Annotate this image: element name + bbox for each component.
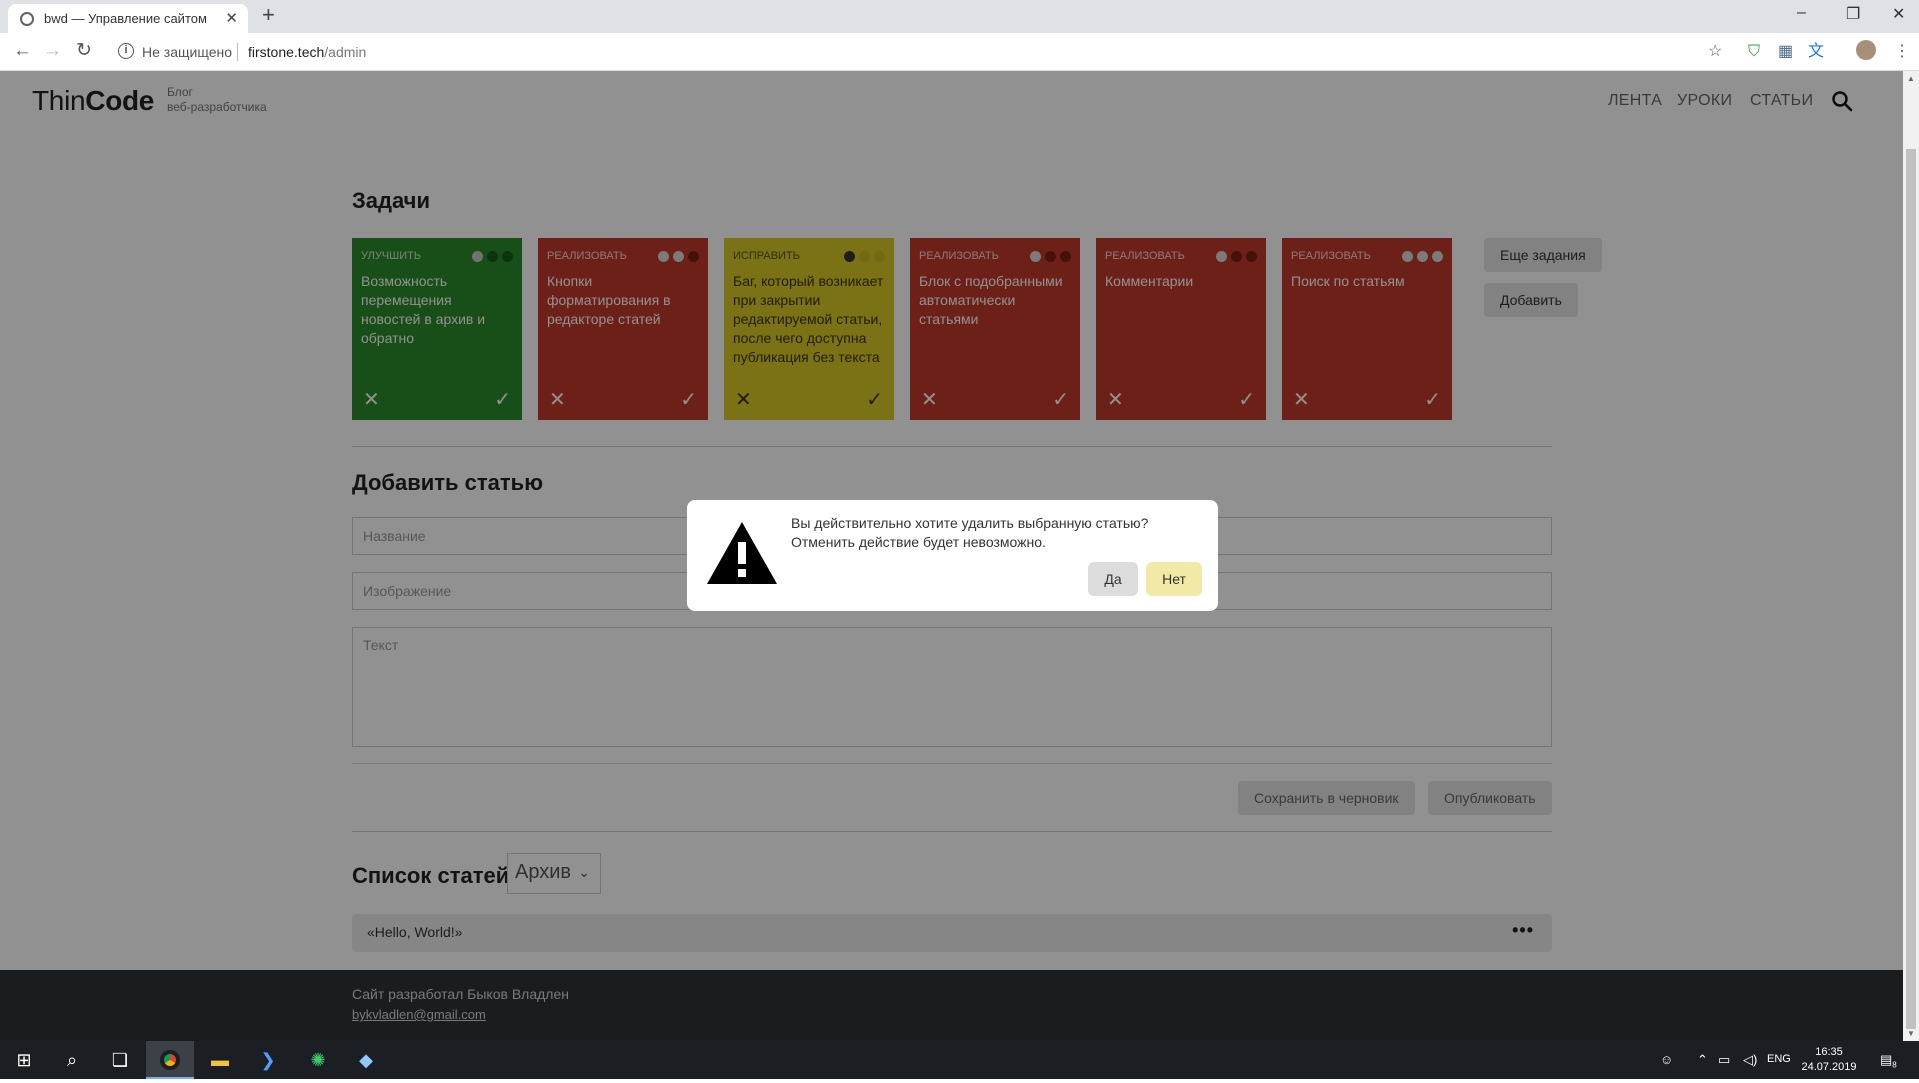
tab-close-icon[interactable]: ✕ xyxy=(225,9,238,27)
info-icon[interactable]: i xyxy=(118,43,134,59)
extension-icon[interactable]: ▦ xyxy=(1778,42,1793,62)
globe-icon xyxy=(20,12,34,26)
notifications-icon[interactable]: ▤8 xyxy=(1880,1052,1897,1070)
powershell-icon[interactable]: ❯ xyxy=(244,1041,292,1079)
chrome-app-icon[interactable] xyxy=(146,1041,194,1079)
page-scrollbar[interactable]: ▲ ▼ xyxy=(1903,71,1919,1041)
clock-time: 16:35 xyxy=(1815,1046,1843,1058)
confirm-yes-button[interactable]: Да xyxy=(1088,562,1138,596)
url-path: /admin xyxy=(324,44,367,60)
scroll-up-icon[interactable]: ▲ xyxy=(1907,74,1915,83)
forward-icon[interactable]: → xyxy=(43,40,62,62)
translate-icon[interactable]: 文 xyxy=(1808,42,1824,62)
warning-icon xyxy=(707,522,777,584)
security-status: Не защищено xyxy=(142,44,232,60)
tray-chevron-up-icon[interactable]: ⌃ xyxy=(1697,1052,1708,1068)
browser-tab-bar: bwd — Управление сайтом ✕ + – ❐ ✕ xyxy=(0,0,1919,33)
system-clock[interactable]: 16:35 24.07.2019 xyxy=(1799,1045,1859,1075)
reload-icon[interactable]: ↻ xyxy=(76,40,92,62)
back-icon[interactable]: ← xyxy=(13,40,32,62)
notification-count: 8 xyxy=(1892,1060,1897,1070)
scrollbar-thumb[interactable] xyxy=(1906,149,1916,1029)
url-host: firstone.tech xyxy=(248,44,325,60)
taskbar-search-icon[interactable]: ⌕ xyxy=(48,1041,96,1079)
language-indicator[interactable]: ENG xyxy=(1767,1053,1791,1065)
address-bar[interactable]: firstone.tech/admin xyxy=(248,44,366,60)
file-explorer-icon[interactable]: ▬ xyxy=(196,1041,244,1079)
windows-start-icon[interactable]: ⊞ xyxy=(0,1041,48,1079)
url-separator xyxy=(237,43,238,61)
task-view-icon[interactable]: ❏ xyxy=(96,1041,144,1079)
tab-title: bwd — Управление сайтом xyxy=(44,11,207,26)
confirm-no-button[interactable]: Нет xyxy=(1146,562,1202,596)
browser-toolbar: ← → ↻ i Не защищено firstone.tech/admin … xyxy=(0,33,1919,71)
shield-extension-icon[interactable]: ⛉ xyxy=(1748,42,1760,62)
window-close-icon[interactable]: ✕ xyxy=(1892,4,1905,24)
network-icon[interactable]: ▭ xyxy=(1718,1052,1730,1068)
dialog-message: Вы действительно хотите удалить выбранну… xyxy=(791,515,1149,550)
profile-avatar[interactable] xyxy=(1856,40,1876,60)
bookmark-star-icon[interactable]: ☆ xyxy=(1708,42,1722,62)
os-taskbar: ⊞ ⌕ ❏ ▬ ❯ ✺ ◆ ☺ ⌃ ▭ ◁) ENG 16:35 24.07.2… xyxy=(0,1041,1919,1079)
delete-confirm-dialog: Вы действительно хотите удалить выбранну… xyxy=(687,500,1218,611)
app-blue-icon[interactable]: ◆ xyxy=(342,1041,390,1079)
browser-tab[interactable]: bwd — Управление сайтом ✕ xyxy=(8,4,248,33)
scroll-down-icon[interactable]: ▼ xyxy=(1907,1029,1915,1038)
volume-icon[interactable]: ◁) xyxy=(1743,1052,1757,1068)
clock-date: 24.07.2019 xyxy=(1801,1061,1857,1073)
app-green-icon[interactable]: ✺ xyxy=(294,1041,342,1079)
restore-icon[interactable]: ❐ xyxy=(1846,4,1860,24)
new-tab-icon[interactable]: + xyxy=(262,4,275,26)
browser-menu-icon[interactable]: ⋮ xyxy=(1894,42,1910,62)
minimize-icon[interactable]: – xyxy=(1797,4,1806,22)
people-icon[interactable]: ☺ xyxy=(1660,1052,1673,1067)
